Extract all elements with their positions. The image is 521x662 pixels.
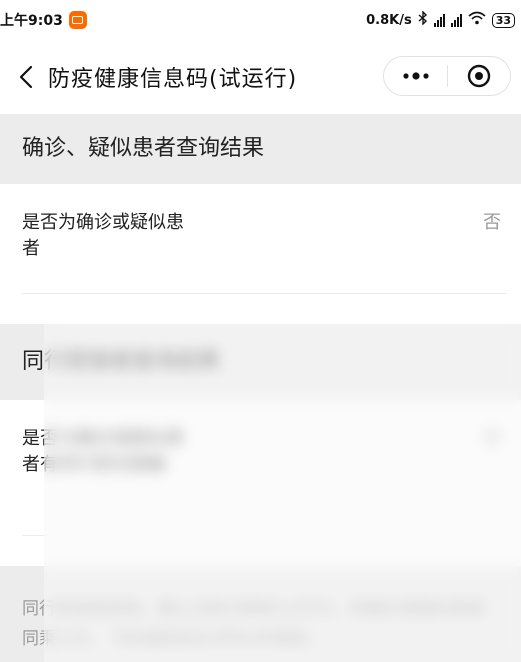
divider xyxy=(22,535,507,536)
result-value-contact: 否 xyxy=(483,428,501,449)
target-circle-icon xyxy=(467,64,491,88)
more-dots-icon xyxy=(402,72,429,80)
result-label-contact: 是否与确诊或疑似患者有同行密切接触 xyxy=(22,428,184,475)
page-title: 防疫健康信息码(试运行) xyxy=(48,67,298,92)
battery-icon: 33 xyxy=(491,12,515,28)
result-row-diagnosis: 是否为确诊或疑似患者 否 xyxy=(0,184,521,324)
contact-definition-notice: 同行密接者是指，截止当前日期前14天内，和确诊或疑似患者同乘火车、飞机或航班及(… xyxy=(0,566,521,662)
status-right: 0.8K/s 33 xyxy=(366,10,515,29)
result-value-diagnosis: 否 xyxy=(483,212,501,233)
section-header-contact: 同行密接者查询结果 xyxy=(0,324,521,400)
divider xyxy=(22,293,507,294)
status-bar: 上午9:03 0.8K/s 33 xyxy=(0,0,521,40)
miniprogram-capsule xyxy=(383,56,511,96)
net-speed: 0.8K/s xyxy=(366,12,412,28)
app-notification-icon xyxy=(68,11,87,29)
result-label-diagnosis: 是否为确诊或疑似患者 xyxy=(22,212,184,259)
signal-icon-2 xyxy=(450,13,462,27)
signal-icon xyxy=(433,13,445,27)
back-chevron-icon[interactable] xyxy=(6,57,46,97)
bluetooth-icon xyxy=(418,10,428,29)
section-header-diagnosis: 确诊、疑似患者查询结果 xyxy=(0,114,521,184)
close-miniprogram-button[interactable] xyxy=(448,57,510,95)
more-button[interactable] xyxy=(384,57,447,95)
wifi-icon xyxy=(468,11,486,29)
result-row-contact: 是否与确诊或疑似患者有同行密切接触 否 xyxy=(0,400,521,566)
nav-bar: 防疫健康信息码(试运行) xyxy=(0,40,521,114)
status-time: 上午9:03 xyxy=(0,13,63,29)
status-left: 上午9:03 xyxy=(0,10,87,30)
